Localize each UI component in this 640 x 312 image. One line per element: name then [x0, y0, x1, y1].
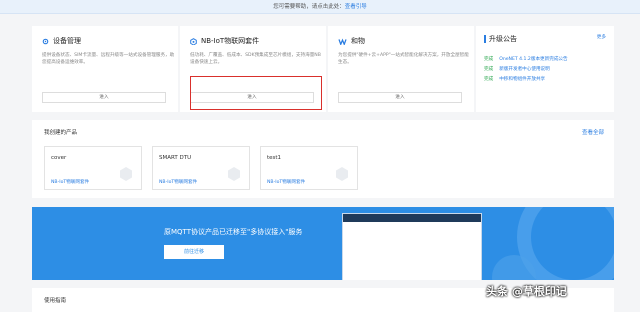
product-type: NB-IoT物联网套件 [159, 180, 198, 185]
nb-iot-icon [190, 37, 197, 45]
service-title: NB-IoT物联网套件 [201, 37, 260, 45]
product-hexagon-icon [336, 167, 348, 181]
announcements-more-link[interactable]: 更多 [597, 34, 606, 40]
product-hexagon-icon [120, 167, 132, 181]
mqtt-migration-banner: 原MQTT协议产品已迁移至"多协议接入"服务 前往迁移 [32, 207, 614, 280]
announcement-item[interactable]: 完成 OneNET 4.1.2版本更新完成公告 [484, 56, 568, 62]
service-description: 为您提供"硬件+云+APP"一站式智能化解决方案，开放全屋智能生态。 [338, 53, 469, 65]
console-preview-image [342, 213, 482, 280]
announcement-text[interactable]: OneNET 4.1.2版本更新完成公告 [499, 56, 567, 62]
migrate-button[interactable]: 前往迁移 [164, 245, 224, 259]
guide-title: 使用指南 [44, 298, 67, 304]
title-accent-bar [484, 35, 486, 43]
banner-headline: 原MQTT协议产品已迁移至"多协议接入"服务 [164, 228, 303, 236]
announcement-item[interactable]: 完成 中移和物组件开放共享 [484, 76, 545, 82]
highlight-box [190, 76, 322, 110]
service-title: 设备管理 [53, 37, 81, 45]
product-type: NB-IoT物联网套件 [267, 180, 306, 185]
view-guide-link[interactable]: 查看引导 [345, 4, 367, 10]
service-header: NB-IoT物联网套件 [190, 36, 259, 46]
product-card[interactable]: test1 NB-IoT物联网套件 [260, 146, 358, 190]
view-all-link[interactable]: 查看全部 [582, 128, 604, 136]
announcement-item[interactable]: 完成 新版开发者中心使用说明 [484, 66, 550, 72]
product-name: test1 [267, 155, 282, 161]
products-title: 我创建的产品 [44, 130, 78, 136]
gear-icon [42, 38, 49, 44]
enter-button[interactable]: 进入 [42, 92, 166, 103]
announcements-title: 升级公告 [484, 34, 517, 44]
product-type: NB-IoT物联网套件 [51, 180, 90, 185]
announcement-text[interactable]: 新版开发者中心使用说明 [499, 66, 550, 72]
my-products-panel: 我创建的产品 查看全部 cover NB-IoT物联网套件 SMART DTU … [32, 120, 614, 198]
product-card[interactable]: cover NB-IoT物联网套件 [44, 146, 142, 190]
product-name: SMART DTU [159, 155, 192, 161]
product-name: cover [51, 155, 67, 161]
status-badge: 完成 [484, 57, 494, 62]
service-card-device-management: 设备管理 提供设备状态、SIM卡流量、远程升级等一站式设备管理服务，助您提高设备… [32, 26, 178, 112]
status-badge: 完成 [484, 77, 494, 82]
product-hexagon-icon [228, 167, 240, 181]
service-description: 提供设备状态、SIM卡流量、远程升级等一站式设备管理服务，助您提高设备运维效率。 [42, 53, 175, 65]
hewu-logo-icon [338, 37, 347, 45]
announcements-panel: 升级公告 更多 完成 OneNET 4.1.2版本更新完成公告 完成 新版开发者中心… [476, 26, 614, 112]
status-badge: 完成 [484, 67, 494, 72]
enter-button[interactable]: 进入 [338, 92, 462, 103]
service-header: 和物 [338, 36, 365, 46]
announcement-text[interactable]: 中移和物组件开放共享 [499, 76, 545, 82]
product-card[interactable]: SMART DTU NB-IoT物联网套件 [152, 146, 250, 190]
watermark-text: 头条 @草根印记 [486, 285, 567, 298]
service-header: 设备管理 [42, 36, 81, 46]
service-card-hewu: 和物 为您提供"硬件+云+APP"一站式智能化解决方案，开放全屋智能生态。 进入 [328, 26, 474, 112]
service-title: 和物 [351, 37, 365, 45]
service-description: 低功耗、广覆盖、低成本、SDK预集成至芯片模组，支持海量NB设备快速上云。 [190, 53, 321, 65]
preview-header-bar [343, 214, 481, 222]
help-banner: 您可需要帮助，请点击此处：查看引导 [0, 0, 640, 14]
help-text: 您可需要帮助，请点击此处： [273, 4, 345, 10]
